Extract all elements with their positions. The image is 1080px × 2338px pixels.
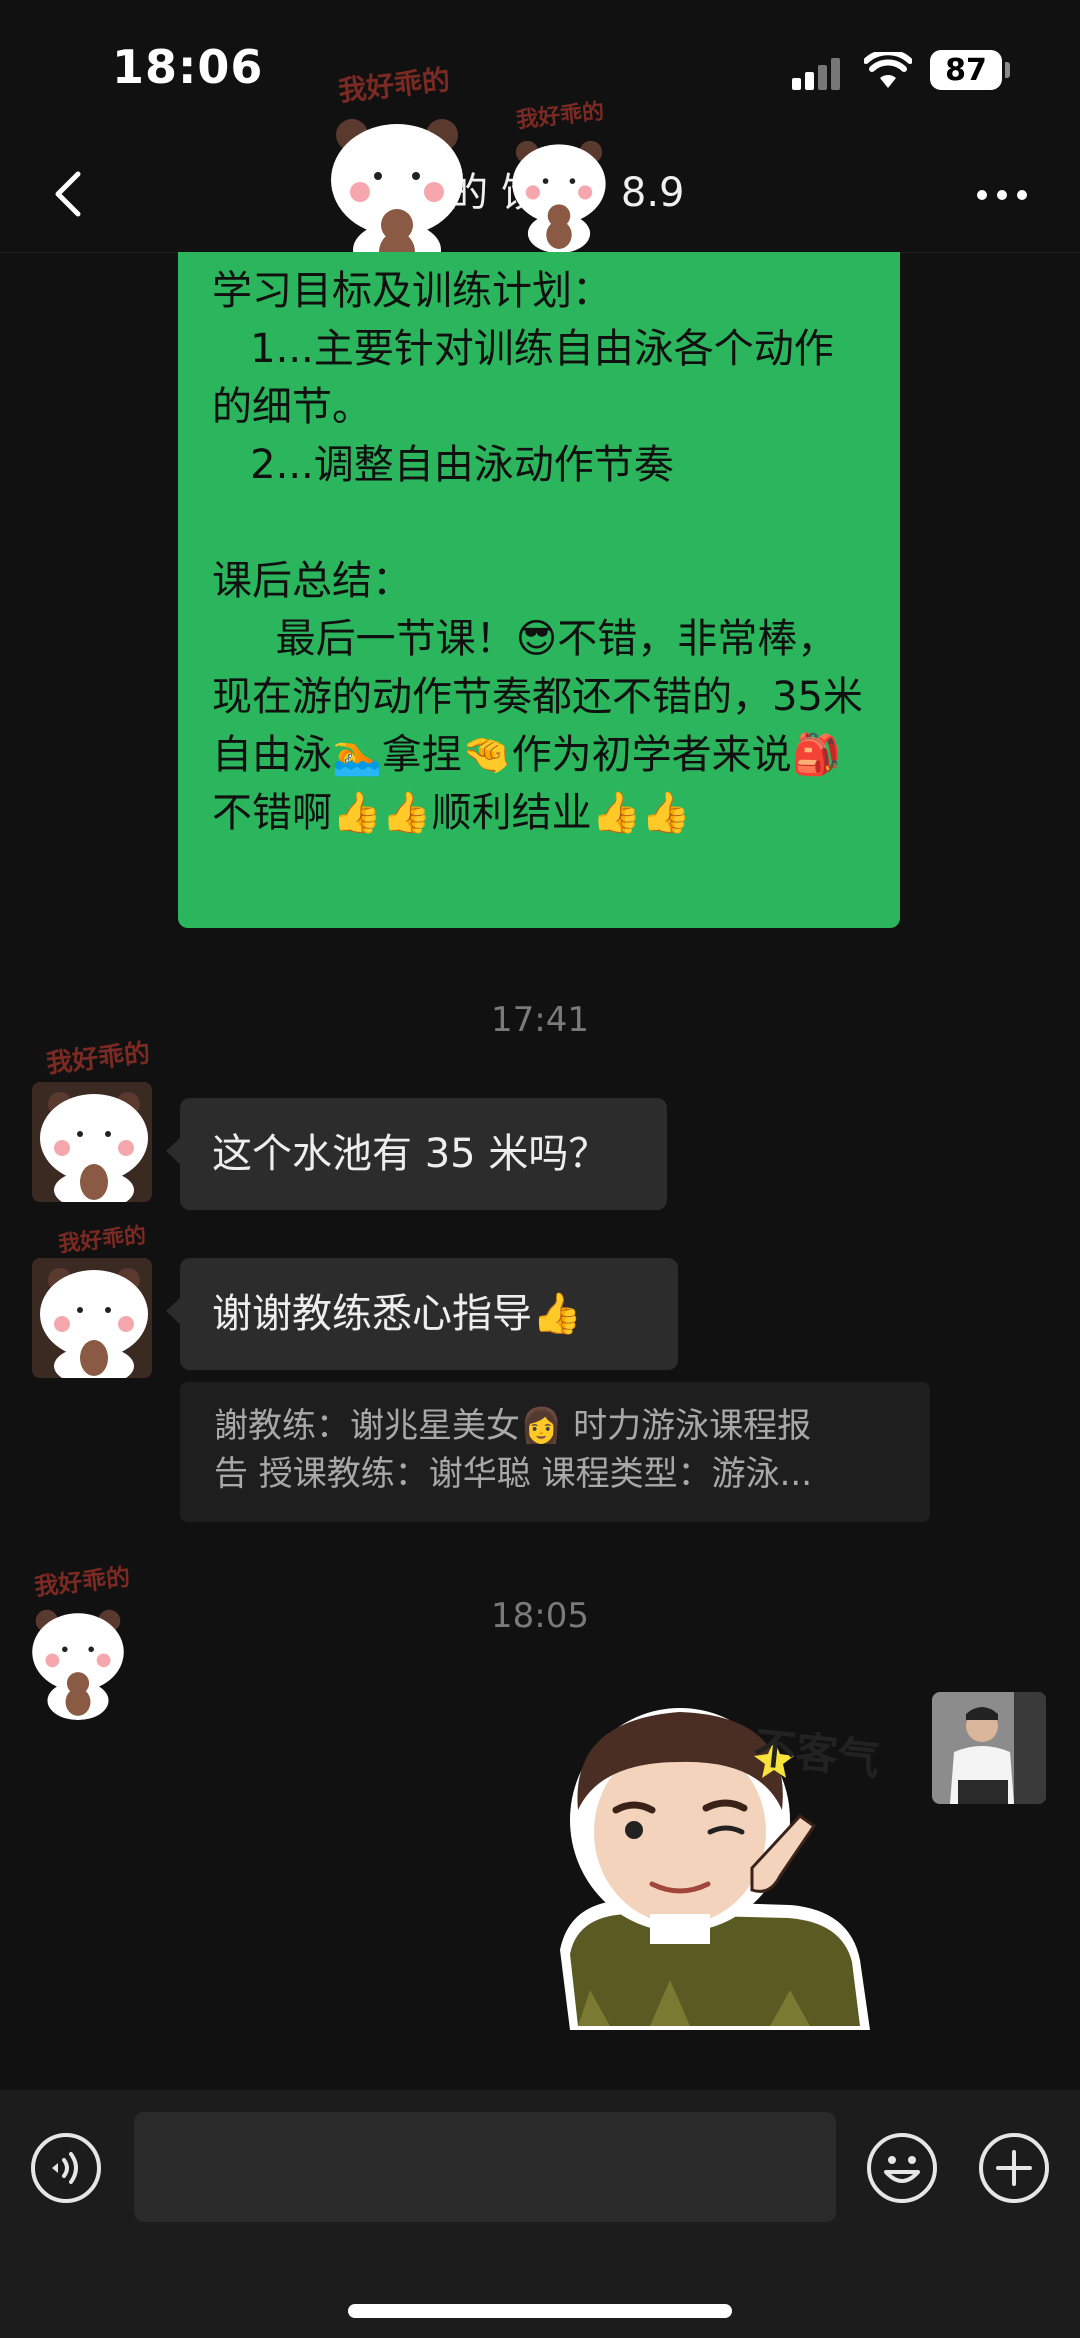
quote-line: 告 授课教练：谢华聪 课程类型：游泳... bbox=[214, 1454, 813, 1494]
bear-sticker-icon bbox=[512, 140, 606, 254]
avatar[interactable] bbox=[932, 1692, 1046, 1804]
sticker-label: 我好乖的 bbox=[57, 1223, 148, 1258]
plus-icon[interactable] bbox=[978, 2132, 1050, 2204]
status-time: 18:06 bbox=[112, 40, 264, 94]
wifi-icon bbox=[864, 52, 912, 88]
home-indicator[interactable] bbox=[348, 2304, 732, 2318]
avatar[interactable] bbox=[32, 1258, 152, 1378]
cellular-signal-icon bbox=[792, 56, 842, 90]
message-timestamp: 18:05 bbox=[491, 1596, 589, 1636]
quoted-message[interactable]: 謝教练：谢兆星美女👩 时力游泳课程报 告 授课教练：谢华聪 课程类型：游泳... bbox=[180, 1382, 930, 1522]
more-dots-icon[interactable] bbox=[972, 170, 1032, 220]
emoji-icon[interactable] bbox=[866, 2132, 938, 2204]
chevron-left-icon[interactable] bbox=[40, 162, 100, 226]
received-message-bubble[interactable]: 谢谢教练悉心指导👍 bbox=[166, 1258, 678, 1370]
battery-indicator: 87 bbox=[930, 50, 1002, 90]
quote-line: 謝教练：谢兆星美女👩 时力游泳课程报 bbox=[214, 1406, 812, 1446]
input-bar bbox=[0, 2090, 1080, 2338]
battery-tip bbox=[1005, 62, 1010, 78]
voice-icon[interactable] bbox=[30, 2132, 102, 2204]
message-timestamp: 17:41 bbox=[491, 1000, 589, 1040]
received-message-bubble[interactable]: 这个水池有 35 米吗？ bbox=[166, 1098, 667, 1210]
bear-sticker-icon[interactable] bbox=[26, 1596, 130, 1722]
avatar[interactable] bbox=[32, 1082, 152, 1202]
message-input[interactable] bbox=[134, 2112, 836, 2222]
sent-report-bubble[interactable]: 学习目标及训练计划： 1...主要针对训练自由泳各个动作的细节。 2...调整自… bbox=[178, 252, 900, 928]
